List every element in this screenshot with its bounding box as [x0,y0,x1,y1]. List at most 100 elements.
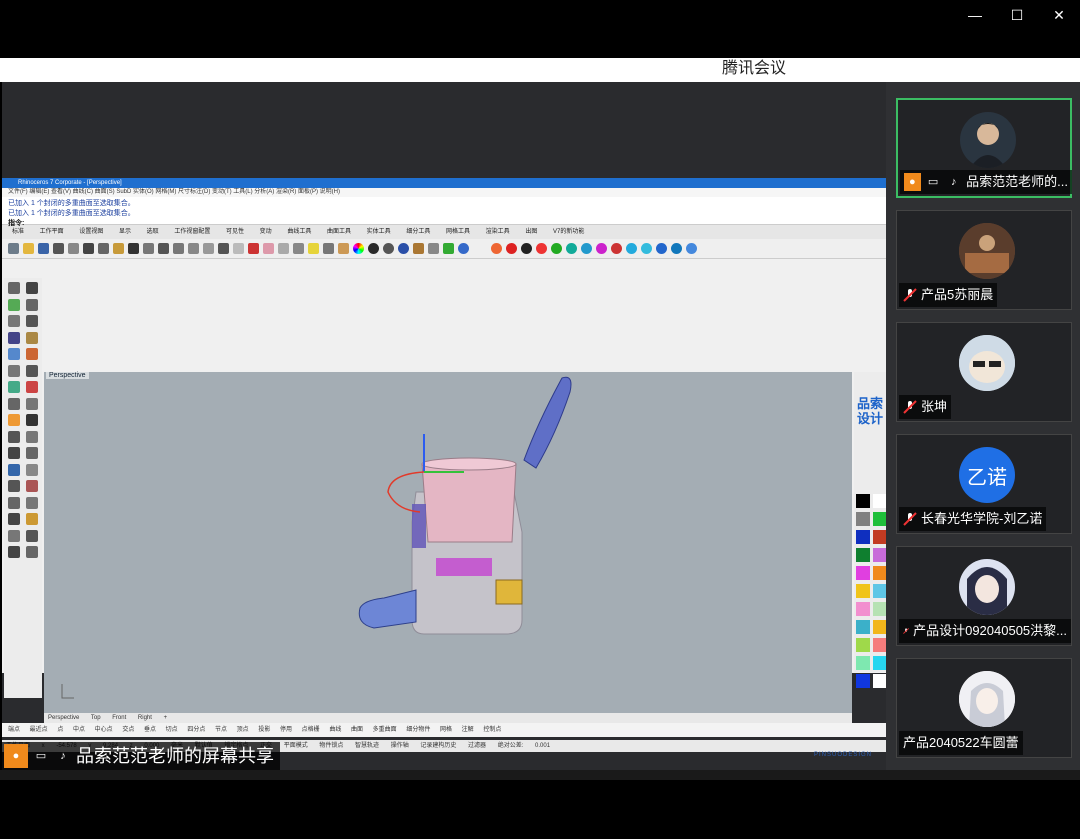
open-folder-icon[interactable] [23,243,34,254]
plugin-icon-9[interactable] [611,243,622,254]
tool-button-icon[interactable] [8,282,20,294]
participant-tile[interactable]: ● ▭ ♪ 品索范范老师的... [896,98,1072,198]
tool-button-icon[interactable] [26,529,38,542]
color-swatch[interactable] [873,512,887,526]
tool-button-icon[interactable] [26,414,38,426]
select-icon[interactable] [218,243,229,254]
color-swatch[interactable] [856,638,870,652]
tool-button-icon[interactable] [8,331,20,344]
tool-button-icon[interactable] [26,315,38,327]
shaded-icon[interactable] [383,243,394,254]
save-icon[interactable] [38,243,49,254]
tool-button-icon[interactable] [8,546,20,558]
cut-icon[interactable] [83,243,94,254]
tool-button-icon[interactable] [26,430,38,443]
tool-button-icon[interactable] [8,463,20,476]
plugin-icon-5[interactable] [551,243,562,254]
color-swatch[interactable] [856,548,870,562]
plugin-icon-4[interactable] [536,243,547,254]
color-swatch[interactable] [873,620,887,634]
tool-button-icon[interactable] [26,282,38,294]
tool-button-icon[interactable] [8,496,20,509]
undo-icon[interactable] [128,243,139,254]
lock-icon[interactable] [323,243,334,254]
sphere-icon[interactable] [368,243,379,254]
paste-icon[interactable] [113,243,124,254]
color-wheel-icon[interactable] [353,243,364,254]
copy-icon[interactable] [98,243,109,254]
tool-button-icon[interactable] [8,397,20,410]
participant-tile[interactable]: 张坤 [896,322,1072,422]
tool-button-icon[interactable] [8,414,20,426]
maximize-button[interactable]: ☐ [996,0,1038,30]
perspective-viewport[interactable]: Perspective [44,372,852,713]
help-icon[interactable] [458,243,469,254]
participant-tile[interactable]: 产品设计092040505洪黎... [896,546,1072,646]
color-swatch[interactable] [856,530,870,544]
tool-button-icon[interactable] [8,447,20,459]
color-swatch[interactable] [873,494,887,508]
plugin-icon-12[interactable] [656,243,667,254]
plugin-icon-13[interactable] [671,243,682,254]
tool-button-icon[interactable] [8,529,20,542]
viewport-tabs[interactable]: Perspective Top Front Right + [44,713,852,723]
tool-button-icon[interactable] [8,364,20,377]
command-area[interactable]: 已加入 1 个封闭的多重曲面至选取集合。 已加入 1 个封闭的多重曲面至选取集合… [2,197,886,227]
tool-button-icon[interactable] [8,480,20,492]
tool-button-icon[interactable] [26,348,38,360]
tool-button-icon[interactable] [8,298,20,311]
tool-button-icon[interactable] [26,463,38,476]
pan-icon[interactable] [143,243,154,254]
participant-tile[interactable]: 产品5苏丽晨 [896,210,1072,310]
color-swatch[interactable] [873,674,887,688]
tool-button-icon[interactable] [8,513,20,525]
tool-icon[interactable] [413,243,424,254]
color-swatch[interactable] [856,656,870,670]
plugin-icon-10[interactable] [626,243,637,254]
tool-button-icon[interactable] [26,331,38,344]
osnap-bar[interactable]: 端点 最近点 点 中点 中心点 交点 垂点 切点 四分点 节点 顶点 投影 停用… [2,723,886,737]
tool-button-icon[interactable] [26,496,38,509]
color-swatch[interactable] [856,674,870,688]
close-button[interactable]: ✕ [1038,0,1080,30]
color-swatch[interactable] [856,566,870,580]
participant-tile[interactable]: 乙诺 长春光华学院-刘乙诺 [896,434,1072,534]
light-icon[interactable] [293,243,304,254]
import-icon[interactable] [68,243,79,254]
minimize-button[interactable]: — [954,0,996,30]
tool-button-icon[interactable] [8,381,20,393]
tool-button-icon[interactable] [26,381,38,393]
plugin-icon-2[interactable] [506,243,517,254]
tool-button-icon[interactable] [8,430,20,443]
layer-icon[interactable] [233,243,244,254]
participant-tile[interactable]: 产品2040522车圆蕾 [896,658,1072,758]
render-icon[interactable] [338,243,349,254]
color-swatch[interactable] [856,602,870,616]
zoom-extents-icon[interactable] [203,243,214,254]
zoom-window-icon[interactable] [188,243,199,254]
print-icon[interactable] [53,243,64,254]
rotate-view-icon[interactable] [158,243,169,254]
color-swatch[interactable] [873,584,887,598]
color-swatch[interactable] [873,638,887,652]
zoom-icon[interactable] [173,243,184,254]
properties-icon[interactable] [248,243,259,254]
plugin-icon-1[interactable] [491,243,502,254]
color-swatch[interactable] [856,512,870,526]
plugin-icon-8[interactable] [596,243,607,254]
tool-button-icon[interactable] [26,364,38,377]
rendered-icon[interactable] [398,243,409,254]
material-icon[interactable] [263,243,274,254]
plugin-icon-7[interactable] [581,243,592,254]
plugin-icon-11[interactable] [641,243,652,254]
color-swatch[interactable] [873,548,887,562]
snapshot-icon[interactable] [443,243,454,254]
rhino-menubar[interactable]: 文件(F) 编辑(E) 查看(V) 曲线(C) 曲面(S) SubD 实体(O)… [2,188,886,197]
color-swatch[interactable] [873,656,887,670]
color-swatch[interactable] [856,584,870,598]
tool-button-icon[interactable] [26,447,38,459]
grid-icon[interactable] [428,243,439,254]
tool-button-icon[interactable] [26,298,38,311]
tool-button-icon[interactable] [26,546,38,558]
tool-button-icon[interactable] [26,513,38,525]
